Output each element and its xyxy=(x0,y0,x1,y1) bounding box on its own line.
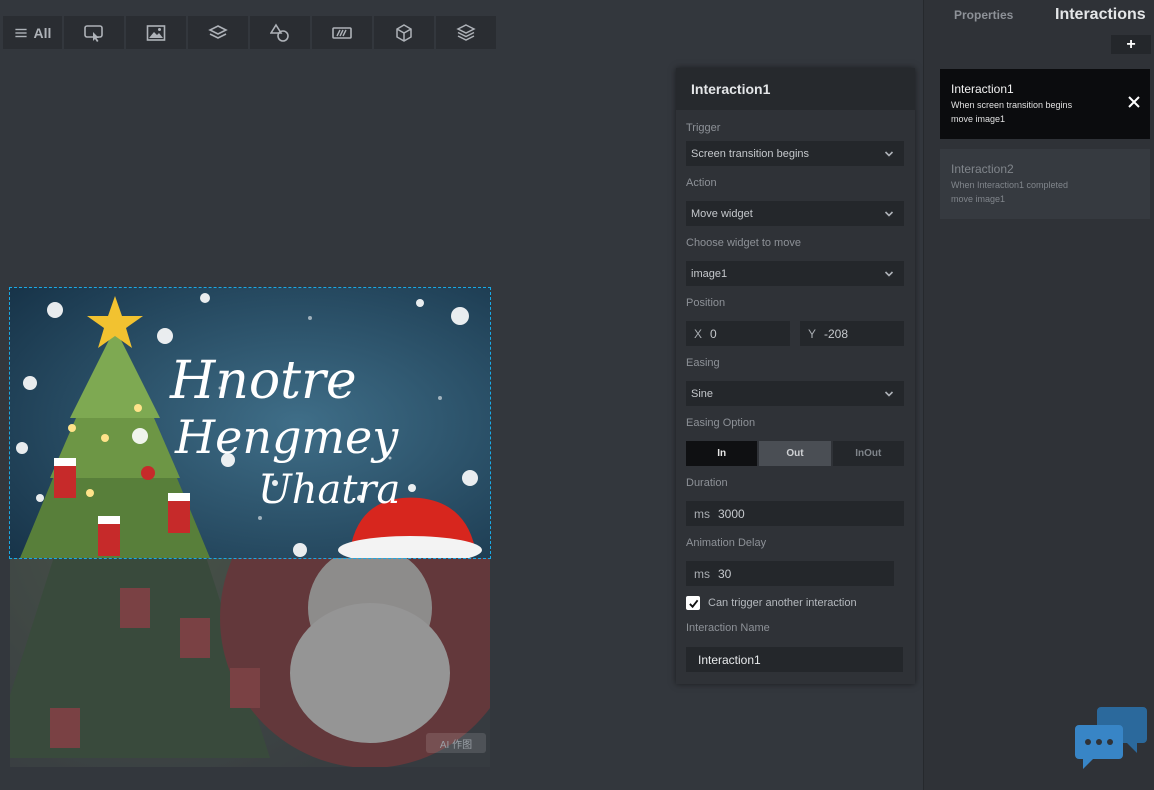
can-trigger-checkbox[interactable] xyxy=(686,596,700,610)
tab-interactions[interactable]: Interactions xyxy=(1055,6,1146,24)
action-select[interactable]: Move widget xyxy=(686,201,904,226)
cube-icon xyxy=(396,23,412,42)
duration-value: 3000 xyxy=(718,506,745,521)
interaction-card-desc-line1: When Interaction1 completed xyxy=(951,180,1069,190)
x-value: 0 xyxy=(710,326,717,341)
position-y-input[interactable]: Y -208 xyxy=(800,321,904,346)
duration-unit: ms xyxy=(694,506,710,521)
card-script-text-line1: Hnotre xyxy=(169,351,357,411)
interaction-card-desc-line1: When screen transition begins xyxy=(951,100,1073,110)
checkmark-icon xyxy=(688,599,698,608)
stack-icon xyxy=(456,23,476,41)
layers-icon xyxy=(208,24,228,39)
chevron-down-icon xyxy=(884,150,894,157)
interaction-card-desc-line2: move image1 xyxy=(951,114,1006,124)
right-sidebar: Properties Interactions + Interaction1 W… xyxy=(923,0,1154,790)
easing-out-button[interactable]: Out xyxy=(759,441,831,466)
container-widget-button[interactable] xyxy=(188,16,248,49)
action-label: Action xyxy=(686,177,717,189)
easing-option-label: Easing Option xyxy=(686,417,756,429)
easing-option-segmented: In Out InOut xyxy=(686,441,904,466)
widget-select[interactable]: image1 xyxy=(686,261,904,286)
delay-label: Animation Delay xyxy=(686,537,767,549)
card-script-text-line3: Uhatra xyxy=(258,467,400,513)
delay-value: 30 xyxy=(718,566,732,581)
christmas-card-image: Hnotre Hengmey Uhatra xyxy=(10,288,490,558)
interaction-name-label: Interaction Name xyxy=(686,622,770,634)
editor-title: Interaction1 xyxy=(676,68,915,110)
interaction-icon xyxy=(84,24,103,42)
widget-value: image1 xyxy=(691,267,728,280)
easing-inout-button[interactable]: InOut xyxy=(832,441,904,466)
image-icon xyxy=(146,24,166,41)
image-widget-button[interactable] xyxy=(126,16,186,49)
interaction-card-2[interactable]: Interaction2 When Interaction1 completed… xyxy=(940,149,1150,219)
trigger-value: Screen transition begins xyxy=(691,147,810,160)
design-canvas[interactable]: AI 作图 Hnotre Hengmey Uhatra xyxy=(9,287,491,767)
easing-label: Easing xyxy=(686,357,720,369)
position-x-input[interactable]: X 0 xyxy=(686,321,790,346)
interaction-editor-panel: Interaction1 Trigger Screen transition b… xyxy=(676,68,915,684)
x-axis-label: X xyxy=(694,326,703,341)
tab-properties[interactable]: Properties xyxy=(954,8,1013,22)
position-label: Position xyxy=(686,297,726,309)
easing-in-button[interactable]: In xyxy=(686,441,758,466)
3d-widget-button[interactable] xyxy=(374,16,434,49)
can-trigger-row: Can trigger another interaction xyxy=(686,596,857,610)
progress-widget-button[interactable] xyxy=(312,16,372,49)
interaction-card-1[interactable]: Interaction1 When screen transition begi… xyxy=(940,69,1150,139)
interaction-card-title: Interaction2 xyxy=(951,162,1014,176)
shapes-icon xyxy=(270,22,289,42)
duration-input[interactable]: ms 3000 xyxy=(686,501,904,526)
interaction-widget-button[interactable] xyxy=(64,16,124,49)
easing-value: Sine xyxy=(691,387,714,400)
y-axis-label: Y xyxy=(808,326,817,341)
ai-watermark-badge: AI 作图 xyxy=(426,733,486,753)
all-button[interactable]: All xyxy=(3,16,62,49)
card-script-text-line2: Hengmey xyxy=(174,410,399,464)
all-label: All xyxy=(33,24,52,41)
chat-support-icon[interactable] xyxy=(1075,705,1147,775)
delay-unit: ms xyxy=(694,566,710,581)
hamburger-icon xyxy=(14,28,27,37)
chevron-down-icon xyxy=(884,270,894,277)
trigger-label: Trigger xyxy=(686,122,721,134)
interaction-card-desc-line2: move image1 xyxy=(951,194,1006,204)
interaction-name-input[interactable]: Interaction1 xyxy=(686,647,903,672)
shapes-widget-button[interactable] xyxy=(250,16,310,49)
image1-widget[interactable]: Hnotre Hengmey Uhatra xyxy=(9,287,491,559)
add-interaction-button[interactable]: + xyxy=(1111,35,1151,54)
close-icon[interactable] xyxy=(1127,95,1141,109)
stack-widget-button[interactable] xyxy=(436,16,496,49)
delay-input[interactable]: ms 30 xyxy=(686,561,894,586)
easing-select[interactable]: Sine xyxy=(686,381,904,406)
action-value: Move widget xyxy=(691,207,753,220)
y-value: -208 xyxy=(824,326,849,341)
trigger-select[interactable]: Screen transition begins xyxy=(686,141,904,166)
chevron-down-icon xyxy=(884,390,894,397)
gallery-icon xyxy=(332,26,352,39)
interaction-card-title: Interaction1 xyxy=(951,82,1014,96)
widget-label: Choose widget to move xyxy=(686,237,801,249)
duration-label: Duration xyxy=(686,477,728,489)
chevron-down-icon xyxy=(884,210,894,217)
widget-toolbar: All xyxy=(3,16,496,49)
can-trigger-label: Can trigger another interaction xyxy=(708,597,857,609)
